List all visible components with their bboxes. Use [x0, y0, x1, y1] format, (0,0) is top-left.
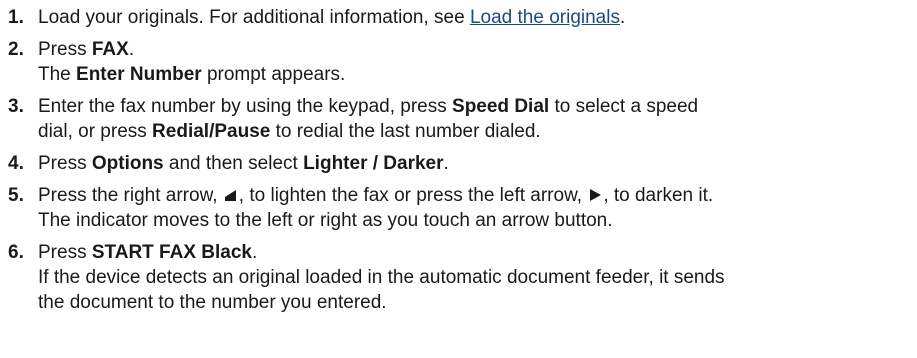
step-text: Press START FAX Black. If the device det…: [38, 240, 908, 315]
load-originals-link[interactable]: Load the originals: [470, 7, 620, 28]
step-text-segment: .: [619, 7, 626, 28]
step-text-segment: Load your originals. For additional info…: [38, 7, 470, 28]
step-line: Press START FAX Black.: [38, 240, 908, 265]
step-line: Press FAX.: [38, 37, 908, 62]
step-number: 2.: [8, 39, 24, 60]
fax-button-label: FAX: [91, 39, 129, 60]
step-line: The Enter Number prompt appears.: [38, 62, 908, 87]
step-text-segment: Press: [38, 153, 92, 174]
step-line: The indicator moves to the left or right…: [38, 210, 613, 231]
step-text-segment: and then select: [163, 153, 304, 174]
step-text: Enter the fax number by using the keypad…: [38, 94, 908, 144]
step-text-segment: , to lighten the fax or press the left a…: [238, 185, 588, 206]
step-text: Press Options and then select Lighter / …: [38, 151, 908, 176]
step-text: Load your originals. For additional info…: [38, 5, 908, 30]
start-fax-black-button-label: START FAX Black: [91, 242, 252, 263]
step-text-segment: .: [128, 39, 135, 60]
step-text: Press the right arrow, , to lighten the …: [38, 183, 908, 233]
step-6: 6. Press START FAX Black. If the device …: [8, 240, 908, 315]
step-text: Press FAX. The Enter Number prompt appea…: [38, 37, 908, 87]
speed-dial-button-label: Speed Dial: [452, 96, 550, 117]
step-text-segment: dial, or press: [38, 121, 153, 142]
step-line: Press the right arrow, , to lighten the …: [38, 183, 908, 208]
step-text-segment: .: [443, 153, 449, 174]
step-text-segment: Enter the fax number by using the keypad…: [38, 96, 453, 117]
step-number: 4.: [8, 153, 24, 174]
step-text-segment: , to darken it.: [603, 185, 714, 206]
step-3: 3. Enter the fax number by using the key…: [8, 94, 908, 144]
instruction-steps: 1. Load your originals. For additional i…: [8, 5, 908, 315]
step-4: 4. Press Options and then select Lighter…: [8, 151, 908, 176]
step-number: 1.: [8, 7, 24, 28]
step-text-segment: Press: [38, 242, 92, 263]
step-text-segment: to redial the last number dialed.: [270, 121, 541, 142]
step-number: 5.: [8, 185, 24, 206]
step-5: 5. Press the right arrow, , to lighten t…: [8, 183, 908, 233]
step-text-segment: to select a speed: [549, 96, 699, 117]
step-text-segment: The: [38, 64, 77, 85]
enter-number-prompt-label: Enter Number: [76, 64, 202, 85]
lighter-darker-menu-label: Lighter / Darker: [303, 153, 444, 174]
step-text-segment: Press the right arrow,: [38, 185, 223, 206]
step-1: 1. Load your originals. For additional i…: [8, 5, 908, 30]
left-pointing-arrow-icon: [223, 184, 239, 201]
step-text-segment: prompt appears.: [201, 64, 346, 85]
step-text-segment: .: [252, 242, 258, 263]
step-text-segment: Press: [38, 39, 92, 60]
redial-pause-button-label: Redial/Pause: [152, 121, 271, 142]
right-pointing-arrow-icon: [587, 184, 603, 201]
options-button-label: Options: [91, 153, 164, 174]
step-number: 3.: [8, 96, 24, 117]
step-line: dial, or press Redial/Pause to redial th…: [38, 119, 908, 144]
step-number: 6.: [8, 242, 24, 263]
step-2: 2. Press FAX. The Enter Number prompt ap…: [8, 37, 908, 87]
step-line: the document to the number you entered.: [38, 292, 387, 313]
step-line: If the device detects an original loaded…: [38, 267, 725, 288]
step-line: Enter the fax number by using the keypad…: [38, 94, 908, 119]
